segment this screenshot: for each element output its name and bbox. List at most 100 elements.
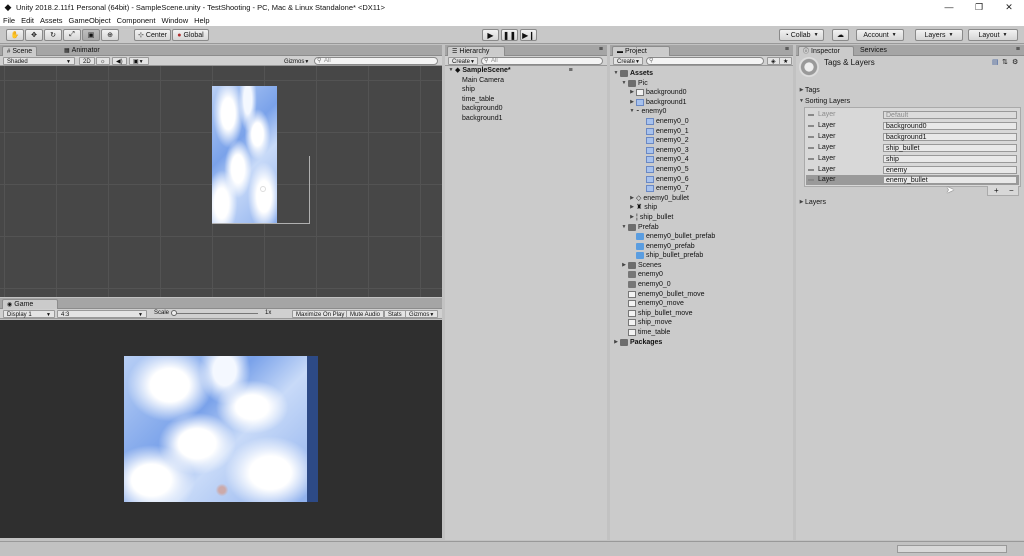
expand-arrow-icon[interactable]: ▶ <box>628 213 636 222</box>
layout-dropdown[interactable]: Layout ▼ <box>968 29 1018 41</box>
scale-slider-track[interactable] <box>172 313 258 314</box>
sorting-layers-foldout[interactable]: ▼ Sorting Layers <box>798 97 850 106</box>
hierarchy-item[interactable]: background1 <box>462 114 502 123</box>
tab-hierarchy[interactable]: ☰ Hierarchy <box>447 46 505 56</box>
expand-arrow-icon[interactable]: ▼ <box>620 79 628 88</box>
project-item[interactable]: ▶ ¦ ship_bullet <box>628 213 673 222</box>
cloud-button[interactable]: ☁ <box>832 29 849 41</box>
hierarchy-create-dropdown[interactable]: Create▼ <box>448 57 478 65</box>
scale-tool-button[interactable]: ⤢ <box>63 29 81 41</box>
transform-tool-button[interactable]: ⊕ <box>101 29 119 41</box>
sorting-layer-row-selected[interactable]: Layer enemy_bullet <box>806 175 1019 185</box>
expand-arrow-icon[interactable]: ▼ <box>798 97 805 106</box>
2d-toggle[interactable]: 2D <box>79 57 95 65</box>
project-folder-pic[interactable]: ▼ Pic <box>620 79 648 88</box>
panel-menu-icon[interactable]: ≡ <box>599 46 603 53</box>
mute-audio-toggle[interactable]: Mute Audio <box>346 310 385 318</box>
hierarchy-item[interactable]: time_table <box>462 95 494 104</box>
project-subitem[interactable]: enemy0_5 <box>646 165 689 174</box>
stats-toggle[interactable]: Stats <box>384 310 406 318</box>
menu-gameobject[interactable]: GameObject <box>69 16 111 25</box>
menu-component[interactable]: Component <box>117 16 156 25</box>
sorting-layer-name-field[interactable]: enemy_bullet <box>883 176 1017 184</box>
step-button[interactable]: ▶❙ <box>520 29 537 41</box>
project-subitem[interactable]: enemy0_4 <box>646 155 689 164</box>
project-item[interactable]: enemy0_bullet_move <box>628 290 705 299</box>
close-button[interactable]: ✕ <box>994 0 1024 14</box>
scale-slider-thumb[interactable] <box>171 310 177 316</box>
project-packages-row[interactable]: ▶ Packages <box>612 338 662 347</box>
sorting-layer-name-field[interactable]: ship_bullet <box>883 144 1017 152</box>
sorting-layer-name-field[interactable]: background1 <box>883 133 1017 141</box>
rotate-tool-button[interactable]: ↻ <box>44 29 62 41</box>
project-folder-scenes[interactable]: ▶ Scenes <box>620 261 661 270</box>
hand-tool-button[interactable]: ✋ <box>6 29 24 41</box>
project-folder-prefab[interactable]: ▼ Prefab <box>620 223 659 232</box>
context-menu-icon[interactable]: ≡ <box>569 66 573 75</box>
hierarchy-search-input[interactable]: ⚲ All <box>481 57 603 65</box>
sorting-layer-name-field[interactable]: ship <box>883 155 1017 163</box>
sorting-layer-row[interactable]: Layer background0 <box>806 121 1019 131</box>
project-item[interactable]: ship_bullet_move <box>628 309 692 318</box>
project-item[interactable]: enemy0_move <box>628 299 684 308</box>
rect-tool-button[interactable]: ▣ <box>82 29 100 41</box>
sorting-layer-row[interactable]: Layer enemy <box>806 165 1019 175</box>
drag-handle-icon[interactable] <box>808 169 814 171</box>
expand-arrow-icon[interactable]: ▼ <box>612 69 620 78</box>
sorting-layer-row[interactable]: Layer ship <box>806 154 1019 164</box>
tags-foldout[interactable]: ▶ Tags <box>798 86 820 95</box>
project-subitem[interactable]: enemy0_3 <box>646 146 689 155</box>
move-tool-button[interactable]: ✥ <box>25 29 43 41</box>
effects-dropdown[interactable]: ▣▼ <box>129 57 149 65</box>
panel-menu-icon[interactable]: ≡ <box>1016 46 1020 53</box>
project-item[interactable]: ▶ ◇ enemy0_bullet <box>628 194 689 203</box>
project-item[interactable]: enemy0_prefab <box>636 242 695 251</box>
drag-handle-icon[interactable] <box>808 158 814 160</box>
project-create-dropdown[interactable]: Create▼ <box>613 57 643 65</box>
filter-type-button[interactable]: ◈ <box>767 57 780 65</box>
menu-help[interactable]: Help <box>194 16 209 25</box>
remove-layer-button[interactable]: − <box>1009 186 1014 195</box>
project-item[interactable]: ▼ ⁃ enemy0 <box>628 107 667 116</box>
game-gizmos-dropdown[interactable]: Gizmos▼ <box>405 310 438 318</box>
menu-edit[interactable]: Edit <box>21 16 34 25</box>
sorting-layer-name-field[interactable]: enemy <box>883 166 1017 174</box>
project-item[interactable]: ▶ background0 <box>628 88 686 97</box>
menu-assets[interactable]: Assets <box>40 16 63 25</box>
project-item[interactable]: ship_bullet_prefab <box>636 251 703 260</box>
preset-icon[interactable]: ⇅ <box>1002 58 1008 66</box>
expand-arrow-icon[interactable]: ▼ <box>620 223 628 232</box>
minimize-button[interactable]: — <box>934 0 964 14</box>
expand-arrow-icon[interactable]: ▶ <box>798 86 805 95</box>
hierarchy-item[interactable]: Main Camera <box>462 76 504 85</box>
gear-icon[interactable]: ⚙ <box>1012 58 1018 66</box>
project-search-input[interactable]: ⚲ <box>646 57 764 65</box>
expand-arrow-icon[interactable]: ▶ <box>628 88 636 97</box>
project-subitem[interactable]: enemy0_6 <box>646 175 689 184</box>
project-item[interactable]: ship_move <box>628 318 672 327</box>
project-assets-row[interactable]: ▼ Assets <box>612 69 653 78</box>
display-dropdown[interactable]: Display 1 ▼ <box>3 310 55 318</box>
help-book-icon[interactable]: ▤ <box>992 58 999 66</box>
expand-arrow-icon[interactable]: ▶ <box>798 198 805 207</box>
tab-inspector[interactable]: ⓘ Inspector <box>798 46 854 56</box>
drag-handle-icon[interactable] <box>808 136 814 138</box>
sorting-layer-row[interactable]: Layer Default <box>806 110 1019 120</box>
sorting-layer-name-field[interactable]: background0 <box>883 122 1017 130</box>
project-item[interactable]: enemy0_0 <box>628 280 671 289</box>
space-global-button[interactable]: ● Global <box>172 29 209 41</box>
expand-arrow-icon[interactable]: ▶ <box>628 98 636 107</box>
project-item[interactable]: ▶ ♜ ship <box>628 203 657 212</box>
hierarchy-scene-row[interactable]: ▼ ◆ SampleScene* ≡ <box>447 66 573 75</box>
project-subitem[interactable]: enemy0_1 <box>646 127 689 136</box>
menu-file[interactable]: File <box>3 16 15 25</box>
expand-arrow-icon[interactable]: ▼ <box>447 66 455 75</box>
project-item[interactable]: enemy0_bullet_prefab <box>636 232 715 241</box>
tab-services[interactable]: Services <box>856 46 891 56</box>
expand-arrow-icon[interactable]: ▶ <box>620 261 628 270</box>
layers-foldout[interactable]: ▶ Layers <box>798 198 826 207</box>
scene-search-input[interactable]: ⚲ All <box>314 57 438 65</box>
filter-favorite-button[interactable]: ★ <box>779 57 793 65</box>
collab-dropdown[interactable]: ◔ Collab ▼ <box>779 29 824 41</box>
menu-window[interactable]: Window <box>161 16 188 25</box>
